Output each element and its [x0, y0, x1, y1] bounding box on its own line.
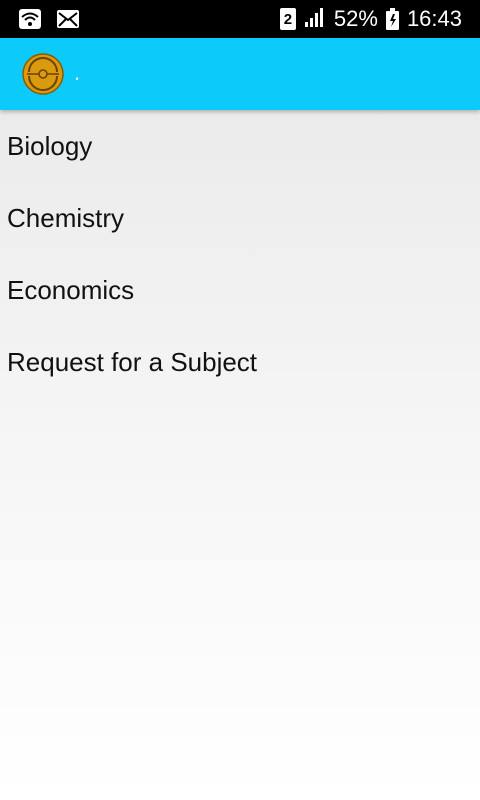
- subject-item-chemistry[interactable]: Chemistry: [0, 182, 480, 254]
- clock: 16:43: [406, 6, 462, 31]
- subject-item-request-subject[interactable]: Request for a Subject: [0, 326, 480, 398]
- subject-item-biology[interactable]: Biology: [0, 110, 480, 182]
- subject-item-economics[interactable]: Economics: [0, 254, 480, 326]
- status-bar-right: 2 52% 16:43: [279, 0, 462, 38]
- status-bar-left: [18, 8, 80, 35]
- wifi-icon: [18, 8, 42, 35]
- signal-icon: [304, 7, 326, 32]
- app-title: .: [74, 60, 81, 85]
- battery-icon: [385, 8, 399, 30]
- battery-percent: 52%: [333, 6, 378, 31]
- subject-list: Biology Chemistry Economics Request for …: [0, 110, 480, 398]
- app-logo-icon[interactable]: [21, 52, 65, 96]
- status-bar: 2 52% 16:43: [0, 0, 480, 38]
- mail-icon: [56, 8, 80, 35]
- subject-list-container: Biology Chemistry Economics Request for …: [0, 110, 480, 800]
- sim-icon: 2: [279, 8, 296, 30]
- app-bar: .: [0, 38, 480, 110]
